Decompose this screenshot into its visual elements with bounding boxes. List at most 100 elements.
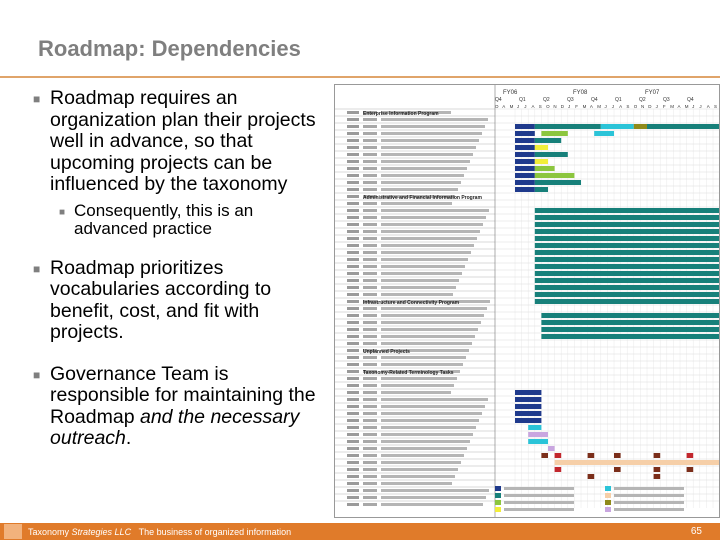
row-task-placeholder	[381, 454, 464, 457]
row-code-placeholder	[363, 461, 377, 464]
month-label: N	[553, 104, 556, 109]
row-id-placeholder	[347, 118, 359, 121]
row-task-placeholder	[381, 489, 489, 492]
row-id-placeholder	[347, 237, 359, 240]
row-id-placeholder	[347, 111, 359, 114]
legend-label-placeholder	[614, 508, 684, 511]
row-code-placeholder	[363, 328, 377, 331]
row-id-placeholder	[347, 307, 359, 310]
row-code-placeholder	[363, 433, 377, 436]
gantt-bar	[614, 453, 621, 458]
row-code-placeholder	[363, 496, 377, 499]
row-code-placeholder	[363, 230, 377, 233]
row-task-placeholder	[381, 286, 456, 289]
gantt-bar	[528, 439, 548, 444]
row-id-placeholder	[347, 202, 359, 205]
row-id-placeholder	[347, 454, 359, 457]
gantt-bar	[653, 467, 661, 472]
row-id-placeholder	[347, 475, 359, 478]
roadmap-gantt-image: FY06 FY08 FY07 Q4 Q1 Q2 Q3 Q4 Q1 Q2 Q3 Q4 O A M J J A S O N D…	[334, 84, 720, 518]
row-id-placeholder	[347, 279, 359, 282]
row-id-placeholder	[347, 293, 359, 296]
row-id-placeholder	[347, 146, 359, 149]
gantt-bar	[534, 236, 719, 241]
gantt-bar	[541, 327, 719, 332]
row-id-placeholder	[347, 272, 359, 275]
row-code-placeholder	[363, 342, 377, 345]
month-label: A	[619, 104, 622, 109]
legend-label-placeholder	[504, 508, 574, 511]
row-id-placeholder	[347, 489, 359, 492]
row-code-placeholder	[363, 118, 377, 121]
legend-swatch	[605, 486, 611, 491]
gantt-bar	[686, 453, 694, 458]
row-id-placeholder	[347, 314, 359, 317]
row-code-placeholder	[363, 244, 377, 247]
gantt-bar	[534, 152, 568, 157]
row-id-placeholder	[347, 153, 359, 156]
gantt-bar	[534, 257, 719, 262]
legend-label-placeholder	[614, 501, 684, 504]
row-id-placeholder	[347, 160, 359, 163]
quarter-label: Q4	[591, 97, 598, 103]
row-code-placeholder	[363, 440, 377, 443]
fiscal-year-label: FY06	[503, 90, 518, 96]
row-code-placeholder	[363, 391, 377, 394]
gantt-bar	[541, 320, 719, 325]
row-id-placeholder	[347, 398, 359, 401]
gantt-bar	[600, 124, 634, 129]
row-task-placeholder	[381, 265, 465, 268]
gantt-bar	[534, 208, 719, 213]
gantt-bar	[534, 173, 575, 178]
month-label: O	[546, 104, 550, 109]
row-task-placeholder	[381, 272, 462, 275]
row-task-placeholder	[381, 496, 486, 499]
row-id-placeholder	[347, 251, 359, 254]
row-id-placeholder	[347, 258, 359, 261]
row-id-placeholder	[347, 321, 359, 324]
gantt-bar	[515, 145, 535, 150]
month-label: S	[714, 104, 717, 109]
quarter-label: Q4	[687, 97, 694, 103]
gantt-bar	[534, 222, 719, 227]
square-bullet-icon: ■	[33, 367, 41, 382]
row-code-placeholder	[363, 377, 377, 380]
month-label: F	[663, 104, 666, 109]
quarter-label: Q2	[543, 97, 550, 103]
row-code-placeholder	[363, 272, 377, 275]
row-id-placeholder	[347, 384, 359, 387]
gantt-bar	[534, 264, 719, 269]
row-code-placeholder	[363, 125, 377, 128]
row-id-placeholder	[347, 300, 359, 303]
row-task-placeholder	[381, 314, 484, 317]
gantt-bar	[647, 124, 719, 129]
quarter-label: Q4	[495, 97, 502, 103]
gantt-bar	[534, 299, 719, 304]
row-task-placeholder	[381, 503, 483, 506]
fiscal-year-label: FY08	[573, 90, 588, 96]
row-code-placeholder	[363, 146, 377, 149]
row-code-placeholder	[363, 454, 377, 457]
gantt-bar	[541, 453, 548, 458]
section-heading: Infrastructure and Connectivity Program	[363, 300, 460, 306]
row-task-placeholder	[381, 132, 482, 135]
quarter-label: Q1	[519, 97, 526, 103]
gantt-bar	[594, 131, 614, 136]
row-id-placeholder	[347, 419, 359, 422]
row-code-placeholder	[363, 405, 377, 408]
month-label: M	[670, 104, 674, 109]
row-id-placeholder	[347, 377, 359, 380]
row-code-placeholder	[363, 293, 377, 296]
month-label: D	[648, 104, 652, 109]
bullet-2-text: Roadmap prioritizes vocabularies accordi…	[50, 256, 272, 343]
row-task-placeholder	[381, 293, 453, 296]
bullet-2: ■ Roadmap prioritizes vocabularies accor…	[32, 256, 322, 344]
gantt-bar	[534, 159, 548, 164]
gantt-bar	[515, 390, 542, 395]
row-id-placeholder	[347, 188, 359, 191]
row-task-placeholder	[381, 223, 483, 226]
row-task-placeholder	[381, 419, 479, 422]
row-task-placeholder	[381, 342, 472, 345]
gantt-bar	[534, 250, 719, 255]
row-task-placeholder	[381, 468, 458, 471]
